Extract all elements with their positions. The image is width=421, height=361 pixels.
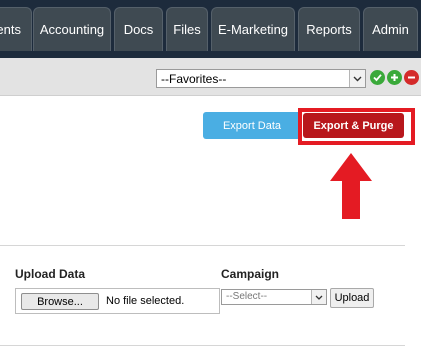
chevron-down-icon bbox=[349, 70, 365, 87]
upload-button[interactable]: Upload bbox=[330, 288, 374, 308]
tab-label: Reports bbox=[306, 22, 352, 37]
tab-clients[interactable]: ents bbox=[0, 7, 32, 51]
file-input[interactable]: Browse... No file selected. bbox=[15, 288, 220, 314]
upload-data-title: Upload Data bbox=[15, 267, 86, 281]
remove-icon[interactable] bbox=[404, 70, 419, 85]
main-content: Export Data Export & Purge Upload Data B… bbox=[0, 97, 421, 361]
tab-files[interactable]: Files bbox=[166, 7, 208, 51]
tab-accounting[interactable]: Accounting bbox=[33, 7, 111, 51]
export-data-button[interactable]: Export Data bbox=[203, 112, 301, 139]
section-divider bbox=[0, 245, 405, 246]
file-status: No file selected. bbox=[106, 295, 185, 307]
section-divider-bottom bbox=[0, 345, 405, 346]
add-icon[interactable] bbox=[387, 70, 402, 85]
tab-label: Docs bbox=[123, 22, 154, 37]
tab-e-marketing[interactable]: E-Marketing bbox=[211, 7, 295, 51]
favorites-select[interactable]: --Favorites-- bbox=[156, 69, 366, 88]
check-icon[interactable] bbox=[370, 70, 385, 85]
chevron-down-icon bbox=[311, 290, 326, 304]
favorites-value: --Favorites-- bbox=[161, 72, 227, 86]
campaign-title: Campaign bbox=[221, 267, 280, 281]
campaign-value: --Select-- bbox=[226, 291, 268, 302]
tab-label: ents bbox=[0, 22, 21, 37]
tab-label: E-Marketing bbox=[217, 22, 289, 37]
tab-admin[interactable]: Admin bbox=[363, 7, 418, 51]
browse-button[interactable]: Browse... bbox=[21, 293, 99, 310]
export-and-purge-button[interactable]: Export & Purge bbox=[303, 113, 404, 138]
tab-reports[interactable]: Reports bbox=[298, 7, 360, 51]
favorites-toolbar: --Favorites-- bbox=[0, 58, 421, 96]
tab-docs[interactable]: Docs bbox=[114, 7, 163, 51]
campaign-select[interactable]: --Select-- bbox=[221, 289, 327, 305]
red-up-arrow-icon bbox=[330, 153, 372, 219]
tab-label: Admin bbox=[372, 22, 409, 37]
tab-label: Accounting bbox=[39, 22, 105, 37]
top-navigation: ents Accounting Docs Files E-Marketing R… bbox=[0, 0, 421, 58]
app-page: ents Accounting Docs Files E-Marketing R… bbox=[0, 0, 421, 361]
tab-label: Files bbox=[173, 22, 201, 37]
